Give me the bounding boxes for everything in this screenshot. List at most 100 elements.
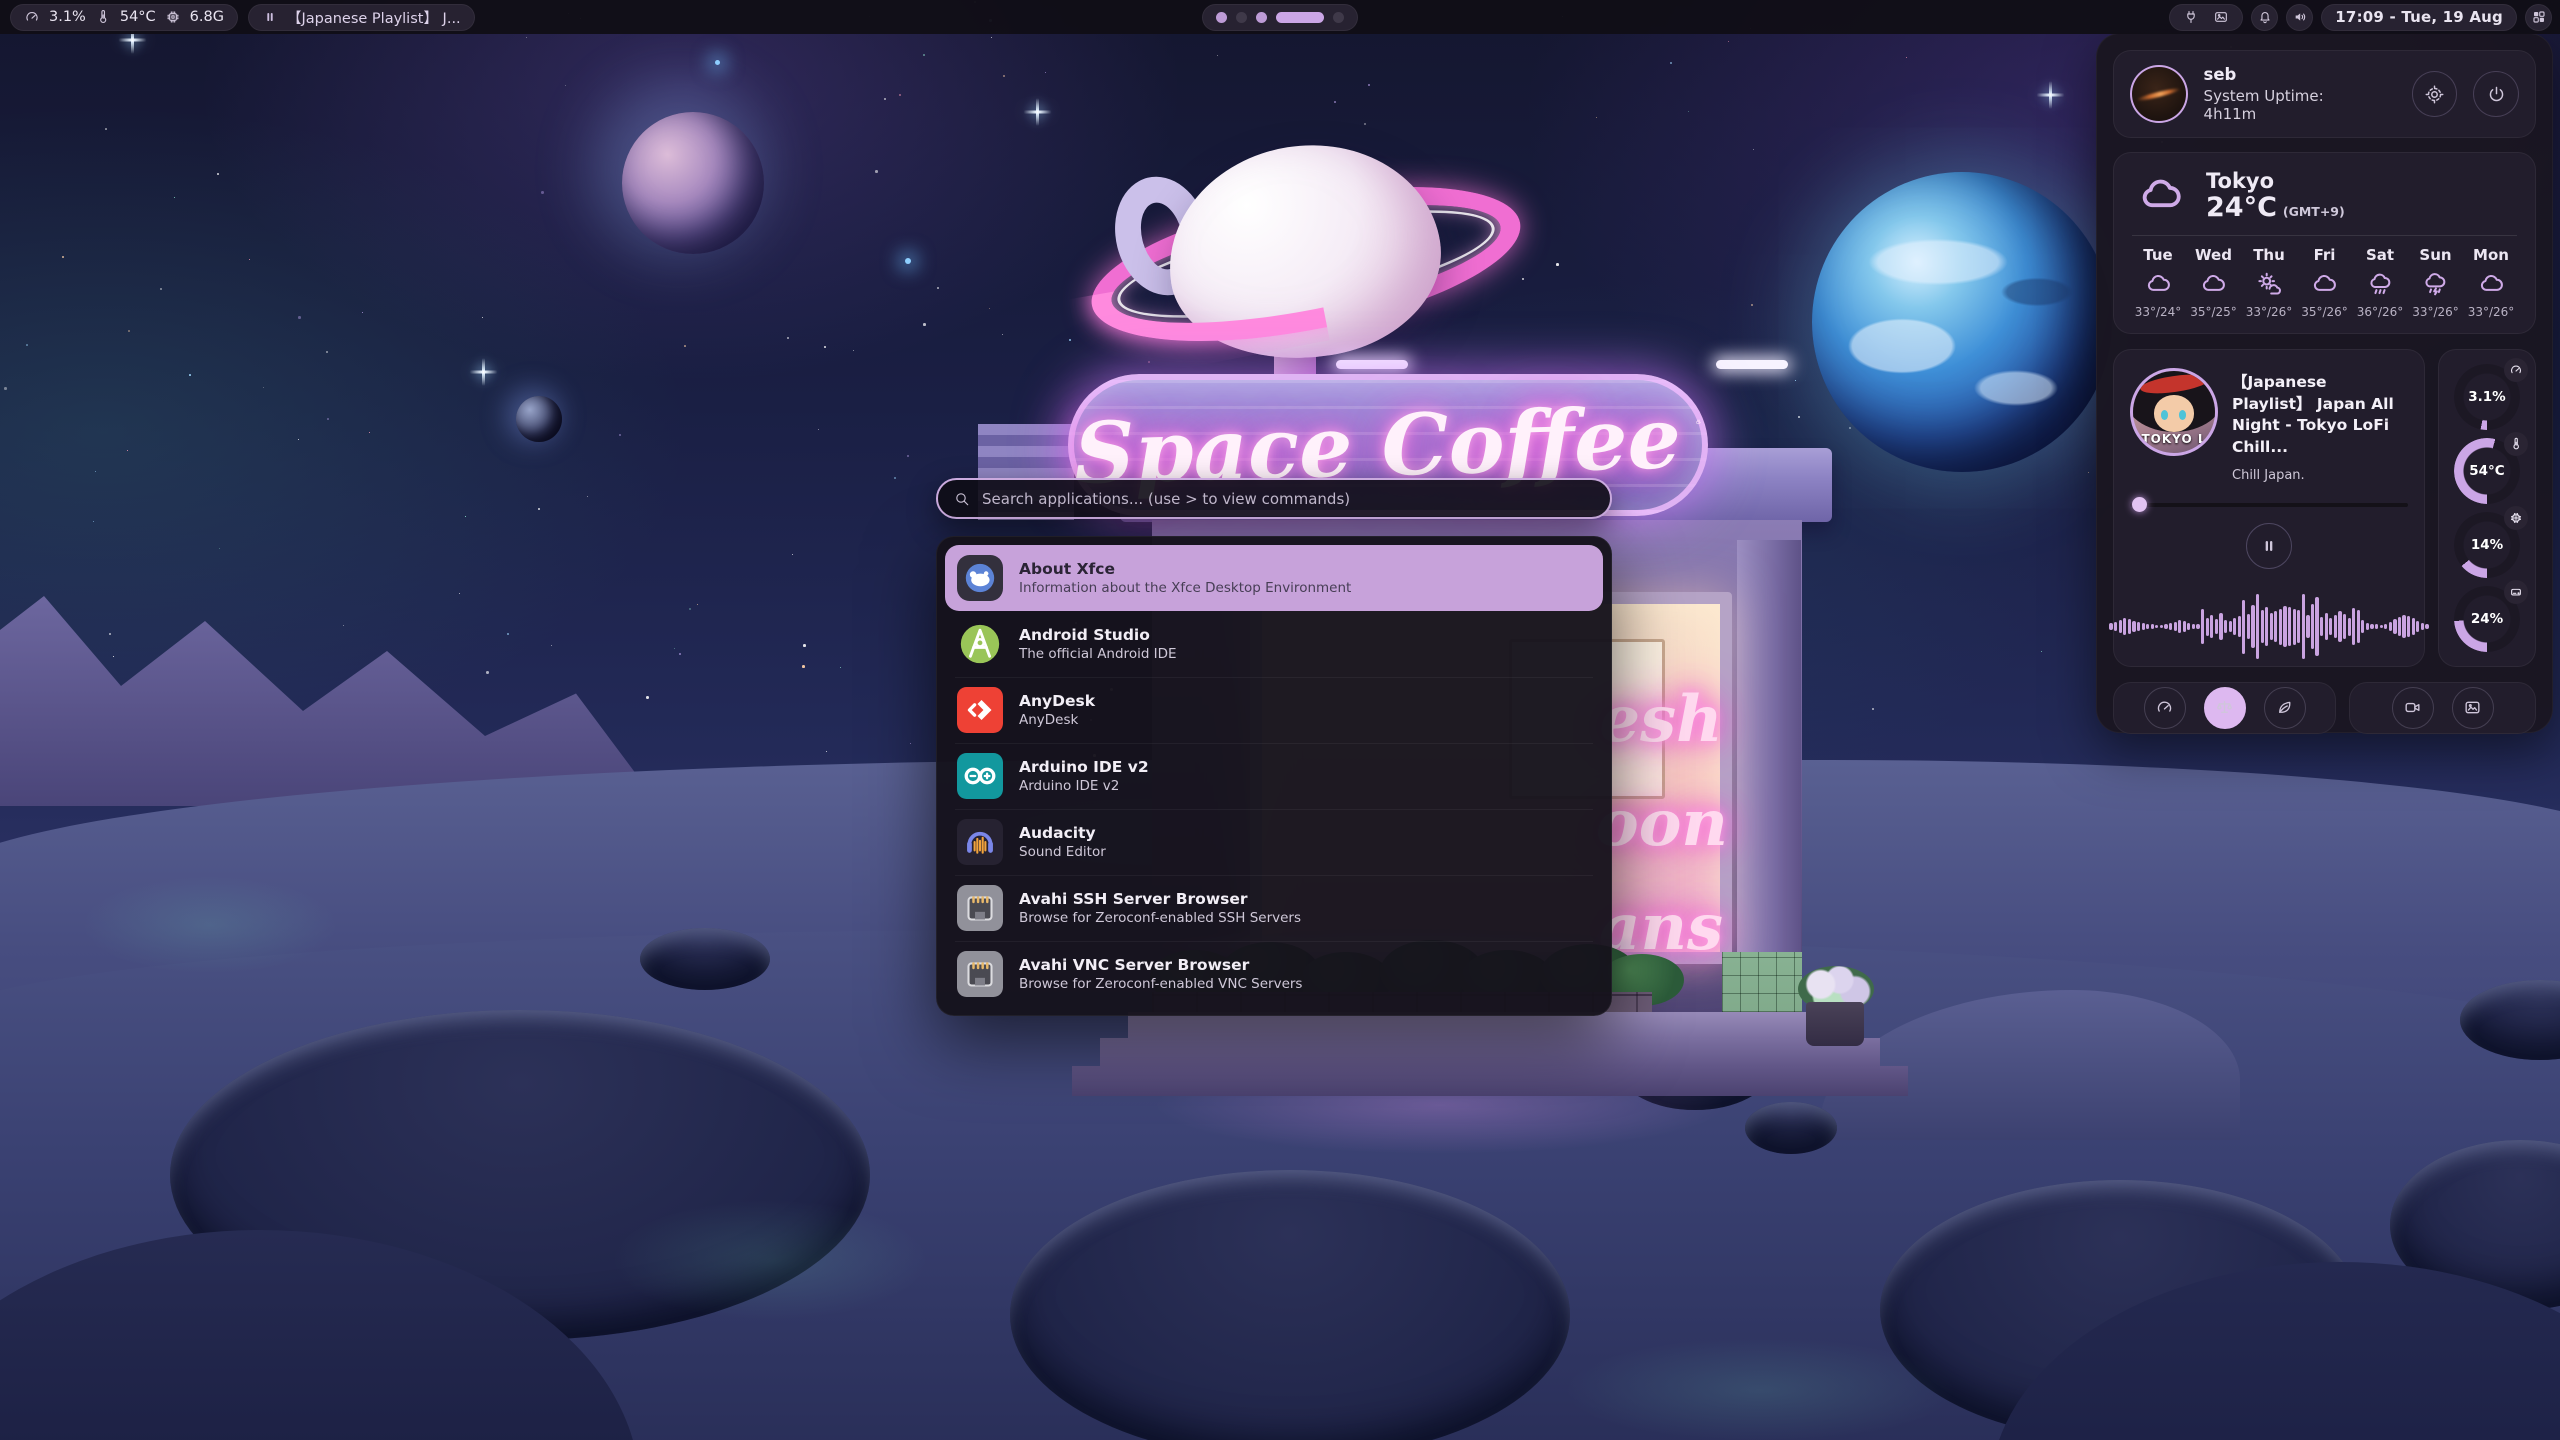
- track-progress-bar[interactable]: [2130, 503, 2408, 507]
- volume-button[interactable]: [2286, 4, 2313, 31]
- wallpaper-icon: [2213, 9, 2229, 25]
- control-panel: seb System Uptime: 4h11m Tokyo 24°C(GMT+…: [2096, 33, 2553, 733]
- shop-step-2: [1100, 1038, 1880, 1066]
- workspace-dot-5[interactable]: [1333, 12, 1344, 23]
- forecast-day-label: Tue: [2143, 246, 2172, 264]
- system-gauges-card: 3.1%54°C14%24%: [2438, 349, 2536, 667]
- launcher-item-avahi-ssh-server-browser[interactable]: Avahi SSH Server BrowserBrowse for Zeroc…: [945, 875, 1603, 941]
- gauge-gauge: 3.1%: [2452, 362, 2522, 432]
- divider: [2132, 235, 2517, 236]
- workspace-dot-4[interactable]: [1276, 12, 1324, 23]
- launcher-item-audacity[interactable]: AudacitySound Editor: [945, 809, 1603, 875]
- media-player-card: TOKYO L 【Japanese Playlist】 Japan All Ni…: [2113, 349, 2425, 667]
- forecast-day-wed: Wed 35°/25°: [2188, 246, 2240, 319]
- forecast-day-label: Thu: [2253, 246, 2285, 264]
- search-icon: [954, 491, 970, 507]
- app-description: Browse for Zeroconf-enabled SSH Servers: [1019, 910, 1301, 928]
- search-bar[interactable]: [936, 478, 1612, 519]
- plug-icon: [2183, 9, 2199, 25]
- audacity-app-icon: [957, 819, 1003, 865]
- bell-icon: [2257, 9, 2273, 25]
- user-card: seb System Uptime: 4h11m: [2113, 50, 2536, 138]
- gauge-icon: [2155, 698, 2174, 717]
- rain-weather-icon: [2367, 271, 2394, 298]
- power-button[interactable]: [2473, 71, 2519, 117]
- app-description: The official Android IDE: [1019, 646, 1177, 664]
- app-launcher: About XfceInformation about the Xfce Des…: [936, 478, 1612, 1016]
- launcher-item-android-studio[interactable]: Android StudioThe official Android IDE: [945, 611, 1603, 677]
- app-title: About Xfce: [1019, 559, 1351, 580]
- forecast-day-mon: Mon33°/26°: [2465, 246, 2517, 319]
- system-stats-pill[interactable]: 3.1% 54°C 6.8G: [10, 4, 238, 31]
- workspace-switcher[interactable]: [1202, 4, 1358, 31]
- top-bar: 3.1% 54°C 6.8G 【Japanese Playlist】 J... …: [0, 0, 2560, 34]
- weather-card: Tokyo 24°C(GMT+9) Tue33°/24°Wed35°/25°Th…: [2113, 152, 2536, 334]
- forecast-temps: 33°/24°: [2135, 305, 2182, 319]
- forecast-temps: 35°/25°: [2190, 305, 2237, 319]
- search-input[interactable]: [980, 489, 1594, 509]
- progress-knob[interactable]: [2132, 497, 2147, 512]
- cloud-weather-icon: [2145, 271, 2172, 298]
- audio-visualizer: [2130, 581, 2408, 673]
- forecast-temps: 33°/26°: [2468, 305, 2515, 319]
- workspace-dot-3[interactable]: [1256, 12, 1267, 23]
- speedometer-icon: [24, 9, 40, 25]
- notifications-button[interactable]: [2251, 4, 2278, 31]
- androidstudio-app-icon: [957, 621, 1003, 667]
- forecast-day-label: Sat: [2366, 246, 2394, 264]
- shop-pillar: [1737, 540, 1801, 1010]
- chip-icon: [2504, 506, 2528, 530]
- forecast-day-fri: Fri35°/26°: [2299, 246, 2351, 319]
- launcher-item-avahi-vnc-server-browser[interactable]: Avahi VNC Server BrowserBrowse for Zeroc…: [945, 941, 1603, 1007]
- memory-usage: 6.8G: [190, 9, 224, 25]
- forecast-day-label: Wed: [2195, 246, 2232, 264]
- camera-icon: [2403, 698, 2422, 717]
- workspace-dot-1[interactable]: [1216, 12, 1227, 23]
- launcher-item-anydesk[interactable]: AnyDeskAnyDesk: [945, 677, 1603, 743]
- app-title: AnyDesk: [1019, 691, 1095, 712]
- app-title: Android Studio: [1019, 625, 1177, 646]
- dashboard-button[interactable]: [2525, 4, 2552, 31]
- system-uptime: System Uptime: 4h11m: [2204, 87, 2380, 123]
- forecast-temps: 33°/26°: [2412, 305, 2459, 319]
- forecast-temps: 33°/26°: [2246, 305, 2293, 319]
- tool-camera-button[interactable]: [2392, 687, 2434, 729]
- app-description: AnyDesk: [1019, 712, 1095, 730]
- album-art: TOKYO L: [2130, 368, 2218, 456]
- profile-leaf-button[interactable]: [2264, 687, 2306, 729]
- weather-timezone: (GMT+9): [2283, 204, 2345, 219]
- anydesk-app-icon: [957, 687, 1003, 733]
- weekly-forecast: Tue 33°/24° Wed 35°/25° Thu 33°/26° Fri35°/26°…: [2132, 246, 2517, 319]
- weather-temp: 24°C: [2206, 192, 2277, 223]
- network-app-icon: [957, 885, 1003, 931]
- launcher-item-arduino-ide-v2[interactable]: Arduino IDE v2Arduino IDE v2: [945, 743, 1603, 809]
- gauge-chip: 14%: [2452, 510, 2522, 580]
- forecast-day-thu: Thu 33°/26°: [2243, 246, 2295, 319]
- clock[interactable]: 17:09 - Tue, 19 Aug: [2321, 4, 2517, 31]
- settings-button[interactable]: [2412, 71, 2458, 117]
- tool-wallpaper-button[interactable]: [2452, 687, 2494, 729]
- sign-light-right: [1716, 360, 1788, 369]
- cloud-weather-icon: [2311, 271, 2338, 298]
- play-pause-button[interactable]: [2246, 523, 2292, 569]
- workspace-dot-2[interactable]: [1236, 12, 1247, 23]
- profile-gauge-button[interactable]: [2144, 687, 2186, 729]
- track-subtitle: Chill Japan.: [2232, 468, 2408, 483]
- forecast-day-tue: Tue 33°/24°: [2132, 246, 2184, 319]
- peripherals-pill[interactable]: [2169, 4, 2243, 31]
- app-title: Avahi SSH Server Browser: [1019, 889, 1301, 910]
- launcher-item-about-xfce[interactable]: About XfceInformation about the Xfce Des…: [945, 545, 1603, 611]
- media-pill[interactable]: 【Japanese Playlist】 J...: [248, 4, 475, 31]
- gauge-disk: 24%: [2452, 584, 2522, 654]
- cloud-icon: [2132, 173, 2190, 219]
- pause-icon: [2259, 536, 2279, 556]
- storm-weather-icon: [2422, 271, 2449, 298]
- cloud-weather-icon: [2200, 271, 2227, 298]
- thermo-icon: [2504, 432, 2528, 456]
- cpu-temp: 54°C: [120, 9, 156, 25]
- forecast-day-sun: Sun33°/26°: [2410, 246, 2462, 319]
- dashboard-icon: [2531, 9, 2547, 25]
- profile-scales-button[interactable]: [2204, 687, 2246, 729]
- network-app-icon: [957, 951, 1003, 997]
- media-title: 【Japanese Playlist】 J...: [287, 7, 461, 28]
